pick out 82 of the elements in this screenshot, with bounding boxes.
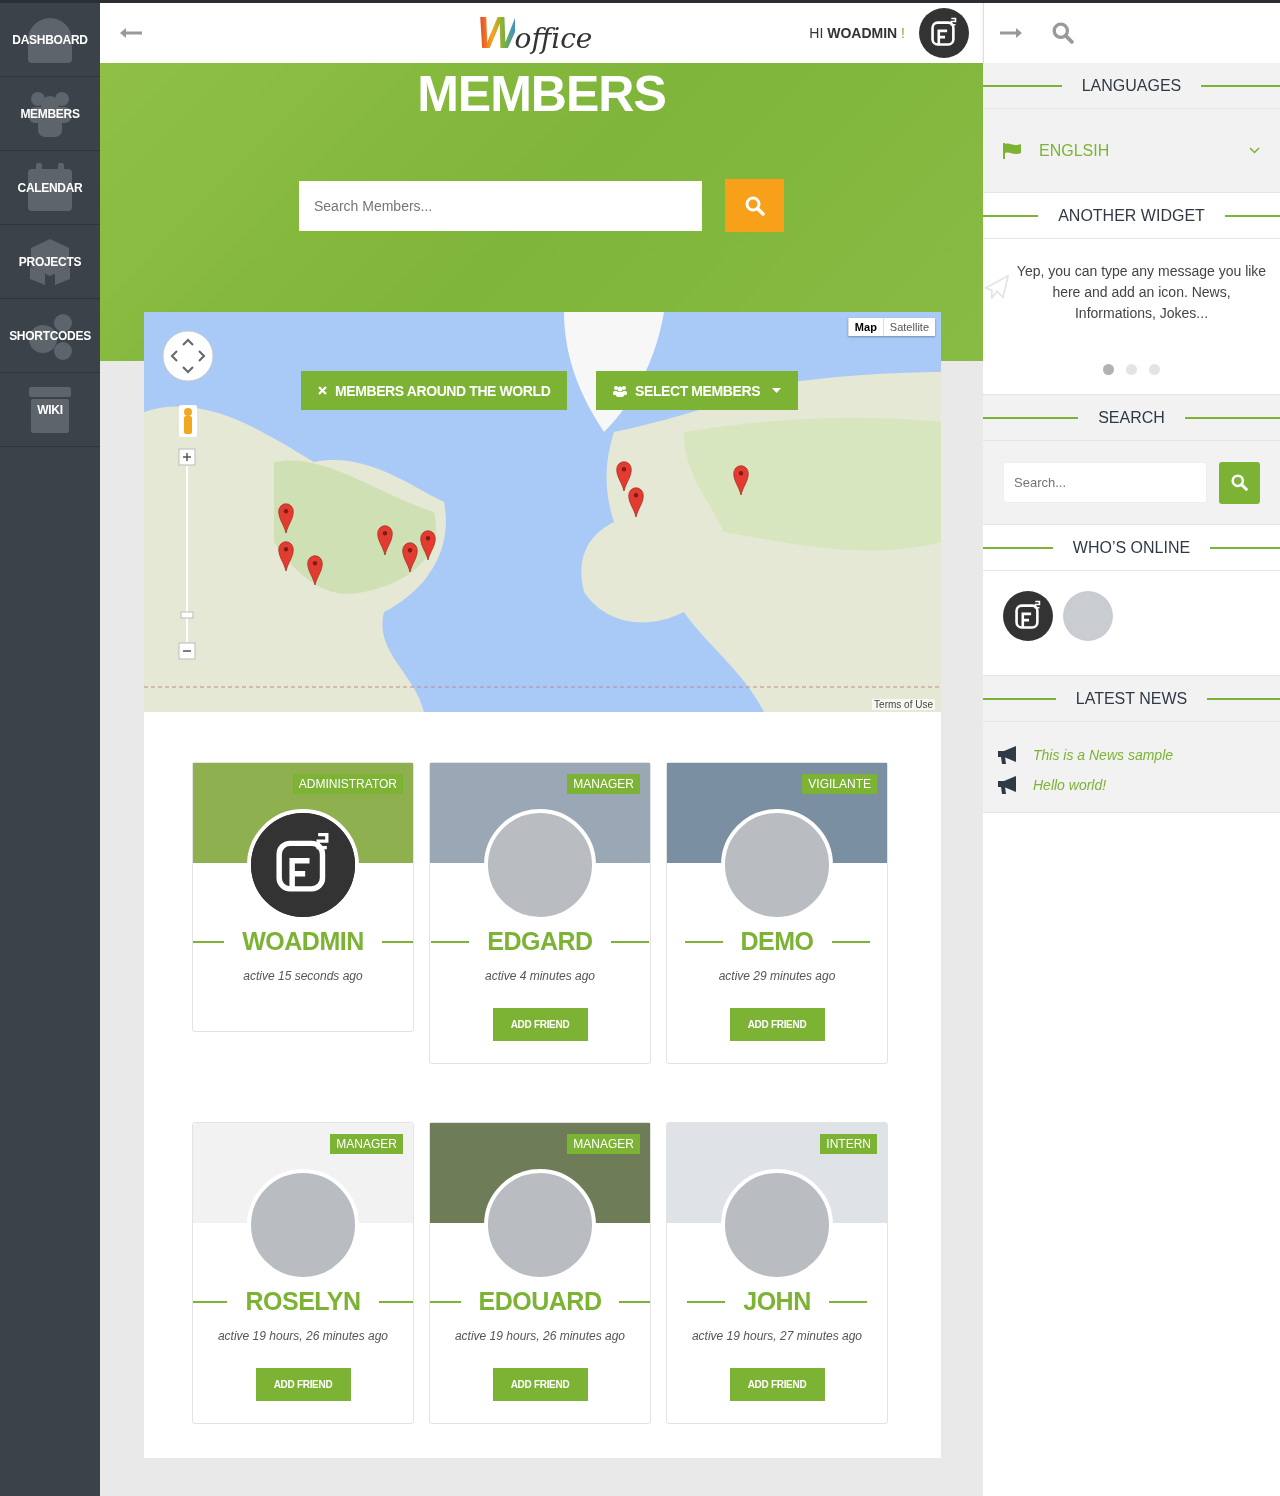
role-badge: MANAGER bbox=[330, 1134, 403, 1154]
carousel-dot[interactable] bbox=[1126, 364, 1137, 375]
widget-title: LANGUAGES bbox=[1081, 76, 1182, 95]
last-active-text: active 19 hours, 27 minutes ago bbox=[691, 1329, 863, 1343]
members-filter-button[interactable]: MEMBERS AROUND THE WORLD bbox=[301, 371, 568, 410]
sidebar-item[interactable]: DASHBOARD bbox=[0, 3, 100, 77]
arrow-left-icon[interactable] bbox=[120, 28, 142, 38]
member-name[interactable]: EDOUARD bbox=[478, 1287, 602, 1316]
role-badge: ADMINISTRATOR bbox=[292, 774, 403, 794]
last-active-text: active 19 hours, 26 minutes ago bbox=[217, 1329, 389, 1343]
add-friend-button[interactable]: ADD FRIEND bbox=[729, 1368, 825, 1401]
sidebar-item[interactable]: WIKI bbox=[0, 373, 100, 447]
users-icon bbox=[613, 384, 627, 397]
widget-title: ANOTHER WIDGET bbox=[1058, 206, 1205, 225]
paper-plane-icon bbox=[985, 275, 1009, 299]
widget-title: LATEST NEWS bbox=[1075, 689, 1188, 708]
logo-avatar-icon bbox=[919, 8, 969, 58]
map-pin-icon[interactable] bbox=[278, 503, 294, 533]
member-name[interactable]: ROSELYN bbox=[245, 1287, 361, 1316]
search-field[interactable]: Search... bbox=[1003, 462, 1208, 503]
arrow-right-icon[interactable] bbox=[1000, 28, 1022, 38]
close-icon bbox=[318, 386, 327, 395]
search-icon bbox=[744, 195, 765, 216]
language-select[interactable]: ENGLSIH bbox=[1039, 141, 1231, 160]
search-field[interactable]: Search Members... bbox=[299, 181, 702, 231]
search-button[interactable] bbox=[1219, 461, 1260, 504]
map-pin-icon[interactable] bbox=[420, 530, 436, 560]
pan-control-icon[interactable] bbox=[162, 330, 214, 382]
add-friend-button[interactable]: ADD FRIEND bbox=[255, 1368, 351, 1401]
member-name[interactable]: EDGARD bbox=[487, 927, 593, 956]
member-name[interactable]: WOADMIN bbox=[242, 927, 364, 956]
map-pin-icon[interactable] bbox=[307, 555, 323, 585]
member-name[interactable]: JOHN bbox=[743, 1287, 811, 1316]
map-type-button[interactable]: Satellite bbox=[882, 318, 935, 336]
map-type-button[interactable]: Map bbox=[847, 318, 883, 336]
map-pin-icon[interactable] bbox=[733, 465, 749, 495]
logo-avatar-icon bbox=[1003, 591, 1053, 641]
map-pin-icon[interactable] bbox=[402, 542, 418, 572]
search-icon bbox=[1231, 474, 1249, 491]
role-badge: INTERN bbox=[820, 1134, 877, 1154]
carousel-dot[interactable] bbox=[1103, 364, 1114, 375]
logo-word: office bbox=[514, 22, 593, 55]
select-members-button[interactable]: SELECT MEMBERS bbox=[596, 371, 799, 410]
role-badge: VIGILANTE bbox=[802, 774, 877, 794]
widget-title: WHO’S ONLINE bbox=[1072, 538, 1191, 557]
terms-link[interactable]: Terms of Use bbox=[872, 699, 935, 710]
online-user-avatar[interactable] bbox=[1003, 591, 1053, 641]
role-badge: MANAGER bbox=[567, 774, 640, 794]
news-link[interactable]: This is a News sample bbox=[1033, 747, 1174, 763]
carousel-dot[interactable] bbox=[1149, 364, 1160, 375]
map-pin-icon[interactable] bbox=[278, 541, 294, 571]
member-name[interactable]: DEMO bbox=[740, 927, 814, 956]
add-friend-button[interactable]: ADD FRIEND bbox=[492, 1368, 588, 1401]
last-active-text: active 29 minutes ago bbox=[718, 969, 836, 983]
page-title: MEMBERS bbox=[417, 65, 666, 123]
last-active-text: active 4 minutes ago bbox=[484, 969, 596, 983]
map-pin-icon[interactable] bbox=[616, 461, 632, 491]
sidebar-item[interactable]: MEMBERS bbox=[0, 77, 100, 151]
map-pin-icon[interactable] bbox=[377, 525, 393, 555]
search-button[interactable] bbox=[725, 179, 784, 232]
caret-icon bbox=[772, 388, 782, 393]
map-pin-icon[interactable] bbox=[628, 487, 644, 517]
flag-icon bbox=[1003, 142, 1021, 159]
sidebar-item[interactable]: SHORTCODES bbox=[0, 299, 100, 373]
sidebar-item[interactable]: PROJECTS bbox=[0, 225, 100, 299]
chevron-down-icon[interactable] bbox=[1249, 147, 1260, 154]
last-active-text: active 15 seconds ago bbox=[243, 969, 363, 983]
logo-avatar-icon bbox=[251, 813, 355, 917]
last-active-text: active 19 hours, 26 minutes ago bbox=[454, 1329, 626, 1343]
add-friend-button[interactable]: ADD FRIEND bbox=[729, 1008, 825, 1041]
widget-text: Yep, you can type any message you like here and add an icon. News, Informations, Jokes... bbox=[1015, 262, 1268, 323]
map[interactable]: Map Satellite MEMBERS AROUND THE WORLD SELECT MEMBERS Terms of Use bbox=[144, 312, 941, 712]
widget-title: SEARCH bbox=[1098, 408, 1165, 427]
add-friend-button[interactable]: ADD FRIEND bbox=[492, 1008, 588, 1041]
greeting: HI WOADMIN ! bbox=[809, 25, 905, 41]
pegman-icon[interactable] bbox=[179, 405, 197, 437]
megaphone-icon bbox=[997, 746, 1019, 764]
megaphone-icon bbox=[997, 776, 1019, 794]
role-badge: MANAGER bbox=[567, 1134, 640, 1154]
news-link[interactable]: Hello world! bbox=[1033, 777, 1107, 793]
search-icon bbox=[1052, 22, 1074, 44]
sidebar-item[interactable]: CALENDAR bbox=[0, 151, 100, 225]
